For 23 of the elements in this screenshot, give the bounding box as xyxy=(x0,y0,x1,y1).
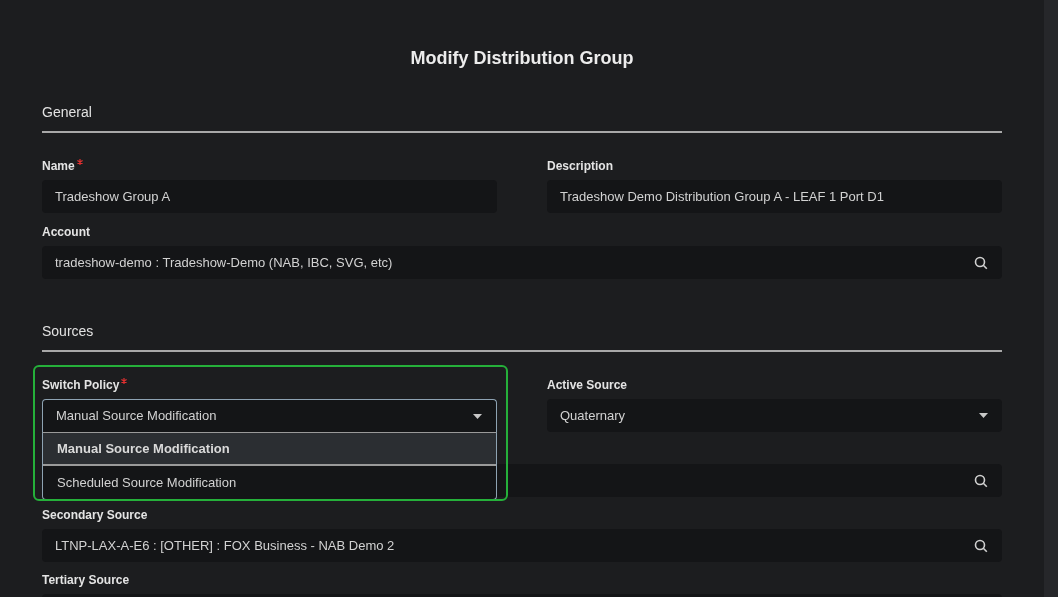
input-field[interactable]: Tradeshow Demo Distribution Group A - LEAF 1 Port D1 xyxy=(547,180,1002,213)
search-icon[interactable] xyxy=(974,473,988,488)
section-heading: Sources xyxy=(42,322,95,341)
field-label: Secondary Source xyxy=(42,507,148,523)
lookup-field[interactable]: tradeshow-demo : Tradeshow-Demo (NAB, IBC, SVG, etc) xyxy=(42,246,1002,279)
dialog-title: Modify Distribution Group xyxy=(410,47,634,70)
dropdown-option[interactable]: Manual Source Modification xyxy=(43,433,496,466)
select-field[interactable]: Manual Source Modification xyxy=(42,399,497,432)
field-label: Account xyxy=(42,224,90,240)
field-label: Description xyxy=(547,158,613,174)
field-label: Active Source xyxy=(547,377,628,393)
lookup-field[interactable]: LTNP-LAX-A-E6 : [OTHER] : FOX Business - NAB Demo 2 xyxy=(42,529,1002,562)
section-heading: General xyxy=(42,103,93,122)
field-label: Switch Policy xyxy=(42,377,120,393)
search-icon[interactable] xyxy=(974,255,988,270)
select-field[interactable]: Quaternary xyxy=(547,399,1002,432)
search-icon[interactable] xyxy=(974,538,988,553)
caret-icon xyxy=(473,413,482,419)
dropdown-option[interactable]: Scheduled Source Modification xyxy=(43,466,496,499)
field-label: Name xyxy=(42,158,75,174)
caret-icon xyxy=(979,413,988,418)
field-label: Tertiary Source xyxy=(42,572,130,588)
input-field[interactable]: Tradeshow Group A xyxy=(42,180,497,213)
